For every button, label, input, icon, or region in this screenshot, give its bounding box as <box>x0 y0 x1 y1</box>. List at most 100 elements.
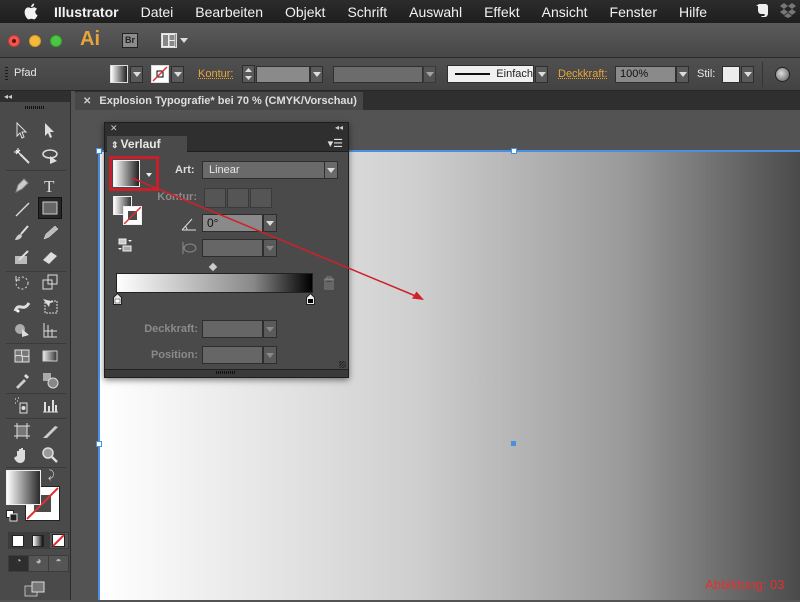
rotate-tool[interactable] <box>10 271 34 293</box>
zoom-window-button[interactable] <box>50 35 62 47</box>
panel-resize-grip[interactable] <box>216 371 236 374</box>
document-tab[interactable]: ✕ Explosion Typografie* bei 70 % (CMYK/V… <box>75 92 363 110</box>
perspective-grid-tool[interactable] <box>38 319 62 341</box>
shape-builder-tool[interactable] <box>10 319 34 341</box>
gradient-stop-black[interactable] <box>306 292 315 305</box>
column-graph-tool[interactable] <box>38 394 62 416</box>
direct-selection-tool[interactable] <box>38 119 62 141</box>
stop-opacity-field[interactable] <box>202 320 263 338</box>
angle-field[interactable]: 0° <box>202 214 263 232</box>
fill-indicator[interactable] <box>6 470 41 505</box>
tab-toggle-icon[interactable]: ⇕ <box>111 140 119 150</box>
gradient-type-select[interactable]: Linear <box>202 161 325 179</box>
gradient-preset-dropdown[interactable] <box>146 173 152 177</box>
menu-objekt[interactable]: Objekt <box>285 4 325 20</box>
stroke-swatch[interactable] <box>151 65 169 83</box>
paintbrush-tool[interactable] <box>10 222 34 244</box>
stop-position-dropdown[interactable] <box>263 346 277 364</box>
gradient-slider[interactable] <box>116 273 313 293</box>
evernote-icon[interactable] <box>756 2 770 21</box>
variable-width-profile-dropdown[interactable] <box>423 66 436 83</box>
pen-tool[interactable] <box>10 174 34 196</box>
selection-tool[interactable] <box>10 119 34 141</box>
menu-app-illustrator[interactable]: Illustrator <box>54 4 119 20</box>
draw-inside-button[interactable]: ◓ <box>49 556 68 571</box>
apple-menu-icon[interactable] <box>20 3 40 20</box>
stop-position-field[interactable] <box>202 346 263 364</box>
blend-tool[interactable] <box>38 369 62 391</box>
menu-hilfe[interactable]: Hilfe <box>679 4 707 20</box>
draw-normal-button[interactable]: ◔ <box>9 556 28 571</box>
graphic-style-dropdown[interactable] <box>741 66 754 83</box>
lasso-tool[interactable] <box>38 145 62 167</box>
brush-definition-dropdown[interactable] <box>535 66 548 83</box>
delete-stop-icon[interactable] <box>323 276 335 290</box>
symbol-sprayer-tool[interactable] <box>10 394 34 416</box>
collapse-panel-icon[interactable]: ◂◂ <box>0 91 70 102</box>
stroke-weight-dropdown[interactable] <box>310 66 323 83</box>
width-tool[interactable] <box>10 295 34 317</box>
gradient-tool[interactable] <box>38 345 62 367</box>
menu-datei[interactable]: Datei <box>141 4 174 20</box>
stroke-none-swatch[interactable] <box>123 206 142 225</box>
swap-fill-stroke-icon[interactable]: ⤸ <box>48 469 55 482</box>
tab-verlauf[interactable]: ⇕ Verlauf <box>107 136 187 153</box>
gradient-preview-swatch[interactable] <box>113 160 140 187</box>
stroke-gradient-across-button[interactable] <box>250 188 272 208</box>
menu-ansicht[interactable]: Ansicht <box>542 4 588 20</box>
chevron-down-icon[interactable] <box>180 38 188 43</box>
close-panel-icon[interactable]: ✕ <box>110 123 118 134</box>
opacity-field[interactable]: 100% <box>615 66 676 83</box>
opacity-dropdown[interactable] <box>676 66 689 83</box>
bounding-box-handle[interactable] <box>96 148 102 154</box>
graphic-style-swatch[interactable] <box>722 66 740 83</box>
fill-dropdown[interactable] <box>130 66 143 83</box>
gradient-mode-button[interactable] <box>29 533 47 548</box>
reverse-gradient-button[interactable] <box>117 238 133 252</box>
panel-drag-grip[interactable] <box>25 106 45 109</box>
stroke-weight-field[interactable] <box>256 66 310 83</box>
stop-opacity-dropdown[interactable] <box>263 320 277 338</box>
bounding-box-handle[interactable] <box>96 441 102 447</box>
bounding-box-handle[interactable] <box>511 148 517 154</box>
artboard-tool[interactable] <box>10 420 34 442</box>
mesh-tool[interactable] <box>10 345 34 367</box>
close-window-button[interactable] <box>8 35 20 47</box>
aspect-ratio-dropdown[interactable] <box>263 239 277 257</box>
scale-tool[interactable] <box>38 271 62 293</box>
gradient-midpoint[interactable] <box>208 262 218 272</box>
panel-corner-resize-handle[interactable] <box>339 361 346 368</box>
pencil-tool[interactable] <box>38 222 62 244</box>
slice-tool[interactable] <box>38 420 62 442</box>
angle-dropdown[interactable] <box>263 214 277 232</box>
screen-mode-button[interactable] <box>24 581 46 597</box>
stroke-gradient-along-button[interactable] <box>227 188 249 208</box>
none-mode-button[interactable] <box>49 533 68 548</box>
rectangle-tool[interactable] <box>38 197 62 219</box>
zoom-tool[interactable] <box>38 444 62 466</box>
hand-tool[interactable] <box>10 444 34 466</box>
gradient-type-dropdown[interactable] <box>324 161 338 179</box>
panel-menu-icon[interactable]: ▾☰ <box>328 137 343 150</box>
drag-handle[interactable] <box>5 67 8 82</box>
dropbox-icon[interactable] <box>780 2 796 21</box>
opacity-label[interactable]: Deckkraft: <box>558 68 608 80</box>
shaper-tool[interactable] <box>10 246 34 268</box>
menu-fenster[interactable]: Fenster <box>610 4 657 20</box>
menu-bearbeiten[interactable]: Bearbeiten <box>195 4 263 20</box>
panel-title-bar[interactable]: ✕ ◂◂ <box>105 123 348 135</box>
arrange-documents-button[interactable] <box>161 33 177 48</box>
close-tab-icon[interactable]: ✕ <box>83 96 91 107</box>
variable-width-profile-field[interactable] <box>333 66 423 83</box>
minimize-window-button[interactable] <box>29 35 41 47</box>
menu-auswahl[interactable]: Auswahl <box>409 4 462 20</box>
stroke-weight-stepper[interactable] <box>242 65 255 83</box>
eyedropper-tool[interactable] <box>10 369 34 391</box>
draw-behind-button[interactable]: ◕ <box>29 556 48 571</box>
free-transform-tool[interactable] <box>38 295 62 317</box>
eraser-tool[interactable] <box>38 246 62 268</box>
gradient-stop-white[interactable] <box>113 292 122 305</box>
menu-effekt[interactable]: Effekt <box>484 4 520 20</box>
menu-schrift[interactable]: Schrift <box>347 4 387 20</box>
recolor-artwork-icon[interactable] <box>775 67 790 82</box>
